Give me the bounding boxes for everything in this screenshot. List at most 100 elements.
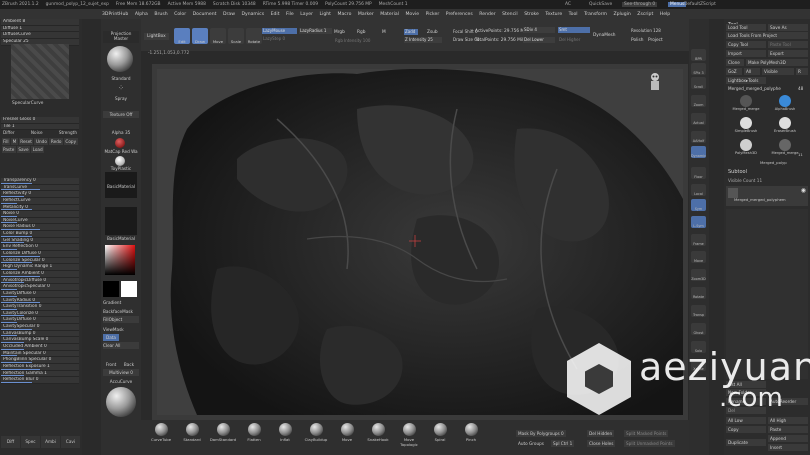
r-button[interactable]: R xyxy=(796,68,808,75)
material-slider-row[interactable]: Maintain Specular 0 xyxy=(1,350,79,358)
material-slider-row[interactable]: Transparency 0 xyxy=(1,178,79,185)
material-slider-row[interactable]: CavityTransition 0 xyxy=(1,304,79,311)
main-color-swatch[interactable] xyxy=(121,281,137,297)
alpha-label[interactable]: Alpha 35 xyxy=(103,129,139,136)
material-small-button[interactable]: Fill xyxy=(1,137,11,145)
import-button[interactable]: Import xyxy=(726,50,766,57)
secondary-color-swatch[interactable] xyxy=(103,281,119,297)
material-slider-row[interactable]: PhongBlinn Specular 0 xyxy=(1,357,79,364)
lazystep-slider[interactable]: LazyStep 0 xyxy=(262,36,332,42)
menu-light[interactable]: Light xyxy=(320,12,331,17)
color-picker[interactable] xyxy=(105,245,135,275)
menu-zplugin[interactable]: Zplugin xyxy=(613,12,630,17)
material-slider-row[interactable]: Colorize Specular 0 xyxy=(1,257,79,265)
material-slider-row[interactable]: AnisotropicSpecular 0 xyxy=(1,284,79,291)
menu-render[interactable]: Render xyxy=(479,12,495,17)
menu-alpha-prefix[interactable]: Alpha xyxy=(135,12,148,17)
tool-thumbnail[interactable]: SimpleBrush xyxy=(726,116,766,138)
copy-button[interactable]: Copy xyxy=(726,426,766,433)
menu-material[interactable]: Material xyxy=(380,12,399,17)
right-strip-spix-3-button[interactable]: SPix 3 xyxy=(691,63,706,75)
material-slider-row[interactable]: Reflection Exposure 1 xyxy=(1,363,79,371)
material-slider-row[interactable]: Reflection Blur 0 xyxy=(1,377,79,384)
brush-pinch[interactable]: Pinch xyxy=(457,423,485,442)
right-strip-transp-button[interactable]: Transp xyxy=(691,305,706,317)
material-slider-row[interactable]: CavityColorize 0 xyxy=(1,310,79,318)
material-small-button[interactable]: Load xyxy=(31,145,45,153)
subtool-list-item[interactable]: Merged_merged_polyphem ◉ xyxy=(726,186,808,206)
shader-label[interactable]: Differ xyxy=(3,130,15,137)
visible-button[interactable]: Visible xyxy=(762,68,794,75)
backface-mask-button[interactable]: BackfaceMask xyxy=(103,308,139,315)
material-small-button[interactable]: Save xyxy=(16,145,31,153)
material-tab[interactable]: Cavi xyxy=(61,436,80,448)
material-tab[interactable]: Diff xyxy=(1,436,20,448)
menu-movie[interactable]: Movie xyxy=(405,12,419,17)
split-masked-points-button[interactable]: Split Masked Points xyxy=(624,430,669,437)
material-slider-row[interactable]: CavitySpecular 0 xyxy=(1,324,79,331)
menu-color[interactable]: Color xyxy=(174,12,186,17)
material-row[interactable]: Tile 1 xyxy=(1,123,79,131)
zsub-button[interactable]: Zsub xyxy=(427,30,438,35)
paste-button[interactable]: Paste xyxy=(768,426,808,433)
save-as-button[interactable]: Save As xyxy=(768,24,808,31)
material-slider-row[interactable]: NoiseCurve xyxy=(1,217,79,225)
menu-3dprinthub-prefix[interactable]: 3DPrintHub xyxy=(102,12,128,17)
goz-button[interactable]: GoZ xyxy=(726,68,742,75)
brush-move[interactable]: Move xyxy=(333,423,361,442)
shader-label[interactable]: Noise xyxy=(31,130,43,137)
brush-claybuildup[interactable]: ClayBuildup xyxy=(302,423,330,442)
paste-tool-button[interactable]: Paste Tool xyxy=(768,41,808,48)
material-slider-row[interactable]: CavityDiffuse 0 xyxy=(1,317,79,325)
material-slider-row[interactable]: Env Reflection 0 xyxy=(1,244,79,252)
material-slider-row[interactable]: Colorize Diffuse 0 xyxy=(1,251,79,258)
menu-macro[interactable]: Macro xyxy=(337,12,351,17)
projection-master-button[interactable]: Projection Master xyxy=(103,31,139,43)
right-strip-aahalf-button[interactable]: AAHalf xyxy=(691,131,706,143)
menu-stroke[interactable]: Stroke xyxy=(524,12,539,17)
menu-stencil[interactable]: Stencil xyxy=(502,12,518,17)
menu-preferences[interactable]: Preferences xyxy=(446,12,473,17)
lightbox-tools-button[interactable]: Lightbox▸Tools xyxy=(726,77,766,84)
material-small-button[interactable]: Redo xyxy=(49,137,63,145)
all-high-button[interactable]: All High xyxy=(768,417,808,424)
right-strip-dynamic-persp-button[interactable]: Dynamic Persp xyxy=(691,146,706,158)
see-through-slider[interactable]: See-through 0 xyxy=(622,2,658,7)
material-slider-row[interactable]: Occluded Ambient 0 xyxy=(1,344,79,351)
m-button[interactable]: M xyxy=(382,30,386,35)
material-slider-row[interactable]: Gel Shading 0 xyxy=(1,237,79,245)
lazymouse-button[interactable]: LazyMouse xyxy=(262,28,297,34)
menu-draw[interactable]: Draw xyxy=(223,12,235,17)
matcap-red-icon[interactable] xyxy=(115,138,125,148)
menu-zscript[interactable]: Zscript xyxy=(637,12,653,17)
material-row[interactable]: Diffuse 1 xyxy=(1,25,79,33)
navigation-figure-icon[interactable] xyxy=(648,72,662,92)
material-slider-row[interactable]: Colorize Ambient 0 xyxy=(1,270,79,278)
menu-layer[interactable]: Layer xyxy=(300,12,313,17)
right-strip-scroll-button[interactable]: Scroll xyxy=(691,77,706,89)
zadd-button[interactable]: Zadd xyxy=(404,29,418,35)
eye-icon[interactable]: ◉ xyxy=(801,187,806,194)
project-button[interactable]: Project xyxy=(648,38,663,43)
brush-spiral[interactable]: Spiral xyxy=(426,423,454,442)
brush-curvetube[interactable]: CurveTube xyxy=(147,423,175,442)
duplicate-button[interactable]: Duplicate xyxy=(726,439,766,446)
right-strip-move-button[interactable]: Move xyxy=(691,251,706,263)
data-button[interactable]: Data xyxy=(103,334,119,341)
del-hidden-button[interactable]: Del Hidden xyxy=(587,430,615,437)
clone-button[interactable]: Clone xyxy=(726,59,744,66)
material-row[interactable]: Ambient 8 xyxy=(1,19,79,26)
lightbox-button[interactable]: LightBox xyxy=(144,33,169,40)
rgb-button[interactable]: Rgb xyxy=(357,30,365,35)
tool-thumbnail[interactable]: AlphaBrush xyxy=(765,94,805,116)
tool-thumbnail[interactable]: EraserBrush xyxy=(765,116,805,138)
brush-damstandard[interactable]: DamStandard xyxy=(209,423,237,442)
right-strip-rotate-button[interactable]: Rotate xyxy=(691,287,706,299)
default-script-button[interactable]: DefaultZScript xyxy=(684,2,716,7)
material-slider-row[interactable]: Reflection Gamma 1 xyxy=(1,370,79,378)
right-strip-floor-button[interactable]: Floor xyxy=(691,167,706,179)
mask-by-polygroups-slider[interactable]: Mask By Polygroups 0 xyxy=(516,430,566,437)
tool-thumbnail[interactable]: PolyMesh3D xyxy=(726,138,766,160)
lazyradius-slider[interactable]: LazyRadius 1 xyxy=(299,28,332,34)
all-button[interactable]: All xyxy=(744,68,760,75)
